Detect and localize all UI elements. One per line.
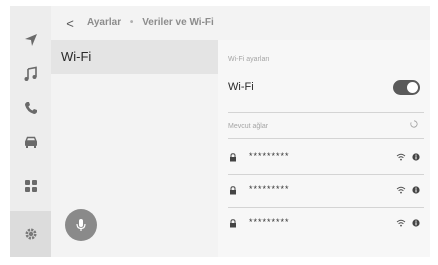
side-rail [10,6,51,257]
breadcrumb-separator: • [129,17,134,28]
menu-panel: Wi-Fi [51,40,218,257]
divider [228,138,424,139]
wifi-signal-icon [396,219,406,227]
lock-icon [230,153,236,162]
section-title-available-networks: Mevcut ağlar [228,123,269,130]
breadcrumb-current: Veriler ve Wi-Fi [142,17,214,28]
section-title-wifi-settings: Wi-Fi ayarları [228,56,270,63]
wifi-label: Wi-Fi [228,81,254,93]
navigation-icon[interactable] [10,23,51,57]
toggle-knob [407,82,418,93]
menu-item-wifi[interactable]: Wi-Fi [51,40,218,74]
wifi-toggle-row[interactable]: Wi-Fi [218,74,430,102]
phone-icon[interactable] [10,91,51,125]
chevron-left-icon: < [66,15,74,31]
header-bar: < Ayarlar • Veriler ve Wi-Fi [51,6,430,40]
loading-spinner-icon [410,120,418,128]
network-ssid: ********* [249,151,290,161]
info-icon[interactable] [412,153,420,161]
info-icon[interactable] [412,186,420,194]
menu-item-label: Wi-Fi [61,49,92,64]
settings-panel: Wi-Fi ayarları Wi-Fi Mevcut ağlar ******… [218,40,430,257]
divider [228,112,424,113]
microphone-icon [76,219,86,231]
divider [228,207,424,208]
car-icon[interactable] [10,125,51,159]
settings-gear-icon[interactable] [10,211,51,257]
network-row[interactable]: ********* [218,176,430,206]
network-ssid: ********* [249,184,290,194]
breadcrumb-parent[interactable]: Ayarlar [87,17,121,28]
breadcrumb: Ayarlar • Veriler ve Wi-Fi [87,6,214,40]
network-row[interactable]: ********* [218,209,430,239]
apps-grid-icon[interactable] [10,169,51,203]
music-icon[interactable] [10,57,51,91]
lock-icon [230,186,236,195]
network-row[interactable]: ********* [218,143,430,173]
divider [228,174,424,175]
app-window: < Ayarlar • Veriler ve Wi-Fi Wi-Fi Wi-Fi… [10,6,430,257]
back-button[interactable]: < [59,12,81,34]
network-ssid: ********* [249,217,290,227]
wifi-toggle[interactable] [393,80,420,95]
voice-button[interactable] [65,209,97,241]
wifi-signal-icon [396,186,406,194]
info-icon[interactable] [412,219,420,227]
lock-icon [230,219,236,228]
wifi-signal-icon [396,153,406,161]
